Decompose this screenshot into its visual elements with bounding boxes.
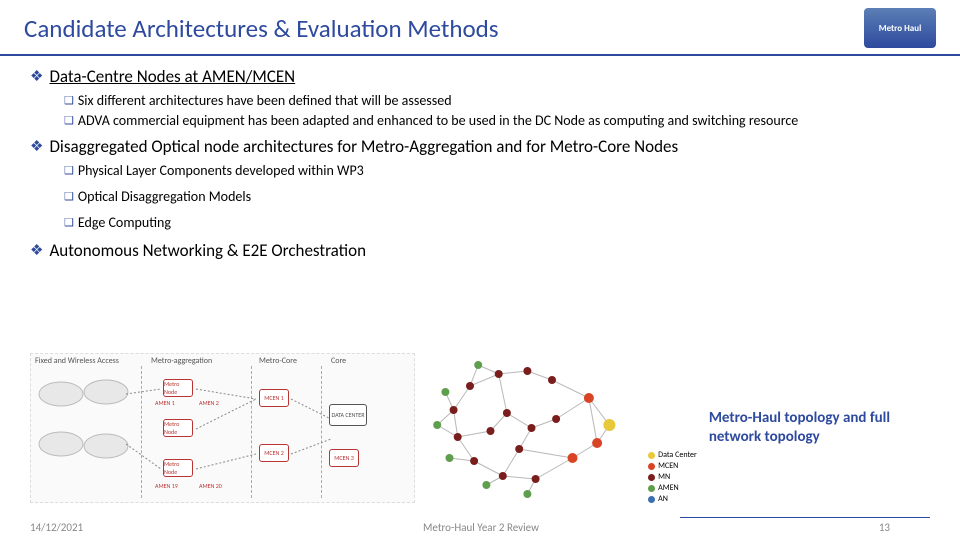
figure-row: Fixed and Wireless Access Metro-aggregat…	[30, 348, 930, 508]
architecture-diagram: Fixed and Wireless Access Metro-aggregat…	[30, 353, 415, 503]
bullet-l1: ❖ Data-Centre Nodes at AMEN/MCEN	[30, 66, 930, 88]
node-mn	[548, 376, 556, 384]
dot-icon	[648, 485, 655, 492]
dot-icon	[648, 496, 655, 503]
datacenter-box: DATA CENTER	[329, 404, 367, 426]
node-mn	[532, 475, 540, 483]
cloud-icons	[31, 354, 414, 502]
mcen-box: MCEN 2	[259, 444, 289, 462]
node-mn	[503, 409, 511, 417]
amen-label: AMEN 20	[199, 482, 222, 490]
topology-graph: Data Center MCEN MN AMEN AN	[429, 353, 694, 503]
mcen-box: MCEN 3	[329, 449, 359, 467]
sub-list: ❑Physical Layer Components developed wit…	[30, 162, 930, 232]
node-mn	[470, 457, 478, 465]
page-number: 13	[879, 521, 890, 534]
bullet-l2: ❑Physical Layer Components developed wit…	[64, 162, 930, 180]
bullet-l1: ❖ Disaggregated Optical node architectur…	[30, 136, 930, 158]
amen-label: AMEN 1	[155, 399, 175, 407]
amen-label: AMEN 19	[155, 482, 178, 490]
sub-list: ❑Six different architectures have been d…	[30, 92, 930, 130]
legend-item: MCEN	[648, 461, 697, 472]
legend: Data Center MCEN MN AMEN AN	[648, 450, 697, 505]
dot-icon	[648, 474, 655, 481]
node-mn	[516, 445, 524, 453]
metro-node-box: Metro Node	[163, 459, 193, 477]
bullet-l2: ❑ADVA commercial equipment has been adap…	[64, 112, 930, 130]
logo: Metro Haul	[864, 8, 936, 48]
node-mn	[524, 367, 532, 375]
legend-item: AN	[648, 494, 697, 505]
diamond-icon: ❖	[30, 240, 43, 262]
node-mn	[499, 472, 507, 480]
section-label: Disaggregated Optical node architectures…	[49, 136, 678, 157]
slide-title: Candidate Architectures & Evaluation Met…	[24, 13, 499, 44]
item-text: Edge Computing	[78, 214, 171, 232]
square-icon: ❑	[64, 112, 74, 130]
node-mn	[495, 370, 503, 378]
dot-icon	[648, 452, 655, 459]
item-text: ADVA commercial equipment has been adapt…	[78, 112, 798, 130]
legend-label: AMEN	[658, 483, 679, 494]
figure-caption: Metro-Haul topology and full network top…	[709, 409, 930, 447]
node-amen	[483, 481, 491, 489]
footer-center: Metro-Haul Year 2 Review	[423, 521, 539, 534]
item-text: Physical Layer Components developed with…	[78, 162, 364, 180]
logo-text: Metro Haul	[879, 23, 922, 34]
node-mn	[466, 382, 474, 390]
node-mn	[487, 427, 495, 435]
dot-icon	[648, 463, 655, 470]
bullet-l1: ❖ Autonomous Networking & E2E Orchestrat…	[30, 240, 930, 262]
square-icon: ❑	[64, 162, 74, 180]
footer: 14/12/2021 Metro-Haul Year 2 Review 13	[0, 521, 960, 534]
node-mn	[528, 424, 536, 432]
node-amen	[442, 388, 450, 396]
square-icon: ❑	[64, 92, 74, 110]
square-icon: ❑	[64, 214, 74, 232]
topology-svg	[429, 353, 634, 503]
node-mcen	[568, 453, 578, 463]
node-amen	[475, 361, 483, 369]
amen-label: AMEN 2	[199, 399, 219, 407]
bullet-l2: ❑Edge Computing	[64, 214, 930, 232]
metro-node-box: Metro Node	[163, 379, 193, 397]
diamond-icon: ❖	[30, 136, 43, 158]
bullet-l2: ❑Optical Disaggregation Models	[64, 188, 930, 206]
diamond-icon: ❖	[30, 66, 43, 88]
node-data-center	[604, 419, 616, 431]
node-amen	[524, 490, 532, 498]
item-text: Optical Disaggregation Models	[78, 188, 251, 206]
mcen-box: MCEN 1	[259, 389, 289, 407]
legend-label: MN	[658, 472, 670, 483]
node-amen	[446, 454, 454, 462]
node-amen	[434, 421, 442, 429]
node-mcen	[584, 393, 594, 403]
legend-item: AMEN	[648, 483, 697, 494]
metro-node-box: Metro Node	[163, 419, 193, 437]
square-icon: ❑	[64, 188, 74, 206]
bullet-l2: ❑Six different architectures have been d…	[64, 92, 930, 110]
legend-item: Data Center	[648, 450, 697, 461]
node-mn	[454, 433, 462, 441]
node-mn	[450, 406, 458, 414]
node-mcen	[592, 438, 602, 448]
section-label: Autonomous Networking & E2E Orchestratio…	[49, 240, 366, 261]
footer-date: 14/12/2021	[30, 521, 83, 534]
content-body: ❖ Data-Centre Nodes at AMEN/MCEN ❑Six di…	[0, 56, 960, 262]
legend-label: Data Center	[658, 450, 697, 461]
item-text: Six different architectures have been de…	[78, 92, 452, 110]
section-label: Data-Centre Nodes at AMEN/MCEN	[49, 66, 295, 87]
legend-item: MN	[648, 472, 697, 483]
legend-label: MCEN	[658, 461, 678, 472]
header: Candidate Architectures & Evaluation Met…	[0, 0, 960, 56]
node-mn	[552, 415, 560, 423]
footer-rule	[680, 517, 930, 518]
legend-label: AN	[658, 494, 668, 505]
